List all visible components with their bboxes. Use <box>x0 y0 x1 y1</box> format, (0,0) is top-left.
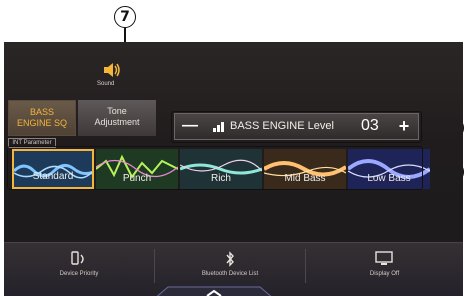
device-priority-label: Device Priority <box>59 271 99 277</box>
callout-9-frame <box>7 146 423 190</box>
bottom-menu-bar: Device Priority Bluetooth Device List Di… <box>4 242 463 296</box>
speaker-icon <box>104 63 120 77</box>
callout-7: 7 <box>114 6 136 28</box>
display-off-label: Display Off <box>369 271 400 277</box>
tone-adjustment-label: Tone Adjustment <box>94 106 140 127</box>
device-priority-icon <box>71 251 84 265</box>
callout-8-frame <box>171 111 422 143</box>
tone-adjustment-button[interactable]: Tone Adjustment <box>78 100 156 136</box>
display-off-button[interactable]: Display Off <box>306 243 463 287</box>
bass-engine-sq-label: BASS ENGINE SQ <box>16 107 67 128</box>
bluetooth-icon <box>226 251 234 267</box>
bluetooth-device-list-button[interactable]: Bluetooth Device List <box>155 243 305 287</box>
bluetooth-device-list-label: Bluetooth Device List <box>201 271 259 277</box>
chevron-up-icon[interactable] <box>154 285 274 296</box>
display-off-icon <box>375 251 393 265</box>
device-priority-button[interactable]: Device Priority <box>4 243 154 287</box>
bass-engine-sq-button[interactable]: BASS ENGINE SQ <box>8 100 76 136</box>
sound-label: Sound <box>97 81 115 87</box>
